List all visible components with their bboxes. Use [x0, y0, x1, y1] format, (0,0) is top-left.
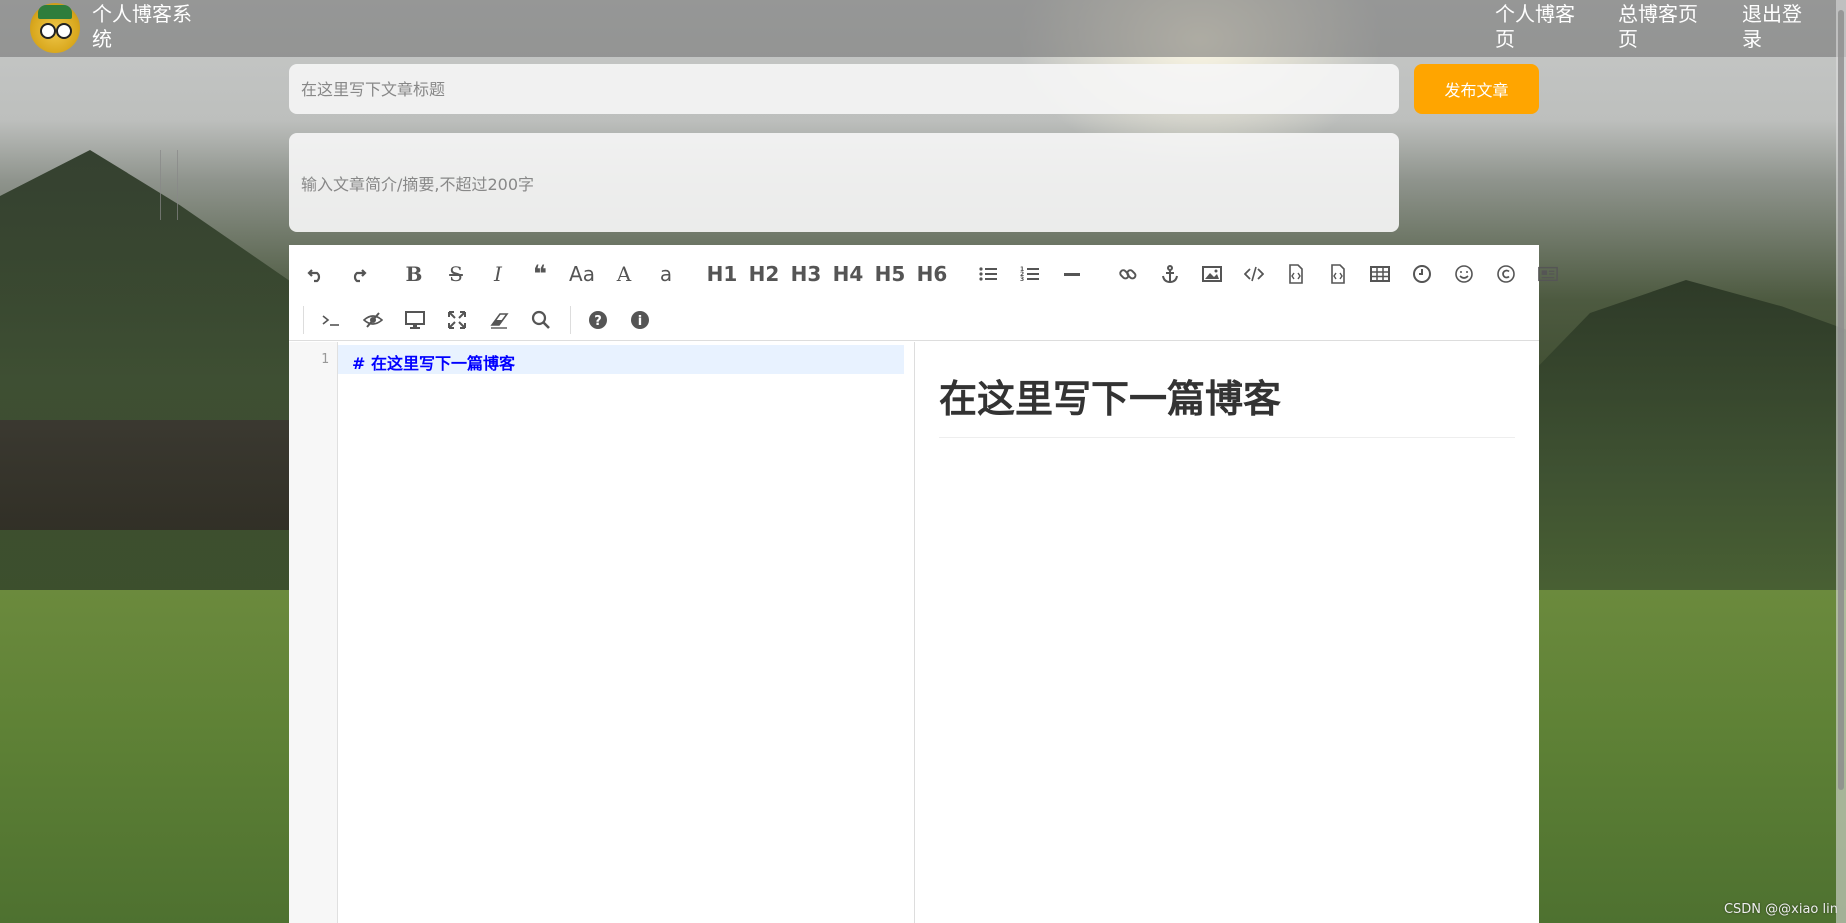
h1-icon[interactable]: H1: [705, 258, 739, 290]
info-icon[interactable]: i: [623, 304, 657, 336]
search-icon[interactable]: [524, 304, 558, 336]
line-number-gutter: 1: [289, 342, 338, 923]
toolbar-row-2: ? i: [299, 297, 1533, 343]
redo-icon[interactable]: [341, 258, 375, 290]
logo-hat-icon: [38, 5, 72, 19]
scrollbar-thumb[interactable]: [1838, 10, 1844, 790]
h3-icon[interactable]: H3: [789, 258, 823, 290]
fullscreen-icon[interactable]: [440, 304, 474, 336]
h5-icon[interactable]: H5: [873, 258, 907, 290]
preview-heading: 在这里写下一篇博客: [939, 368, 1515, 438]
svg-text:?: ?: [594, 314, 602, 329]
quote-icon[interactable]: ❝: [523, 258, 557, 290]
code-icon[interactable]: [1237, 258, 1271, 290]
desktop-icon[interactable]: [398, 304, 432, 336]
page-scrollbar[interactable]: [1836, 0, 1846, 923]
lowercase-a-icon[interactable]: a: [649, 258, 683, 290]
bold-icon[interactable]: B: [397, 258, 431, 290]
article-summary-input[interactable]: [289, 133, 1399, 232]
link-icon[interactable]: [1111, 258, 1145, 290]
svg-text:3: 3: [1020, 276, 1024, 283]
top-navbar: 个人博客系统 个人博客页 总博客页页 退出登录: [0, 0, 1846, 57]
ordered-list-icon[interactable]: 123: [1013, 258, 1047, 290]
eraser-icon[interactable]: [482, 304, 516, 336]
logo-eye-icon: [56, 23, 72, 39]
image-icon[interactable]: [1195, 258, 1229, 290]
unordered-list-icon[interactable]: [971, 258, 1005, 290]
h6-icon[interactable]: H6: [915, 258, 949, 290]
code-line[interactable]: # 在这里写下一篇博客: [352, 350, 515, 374]
pagebreak-icon[interactable]: [1531, 258, 1565, 290]
editor-toolbar: B S I ❝ Aa A a H1 H2 H3 H4 H5 H6 123 ? i: [289, 245, 1558, 343]
h4-icon[interactable]: H4: [831, 258, 865, 290]
nav-link-logout[interactable]: 退出登录: [1742, 2, 1812, 52]
eye-slash-icon[interactable]: [356, 304, 390, 336]
background-hills-left: [0, 150, 300, 610]
watermark: CSDN @@xiao lin: [1723, 902, 1838, 917]
code-block-icon[interactable]: [1279, 258, 1313, 290]
site-logo: [30, 3, 80, 53]
background-power-tower: [160, 150, 178, 220]
help-icon[interactable]: ?: [581, 304, 615, 336]
anchor-icon[interactable]: [1153, 258, 1187, 290]
strikethrough-icon[interactable]: S: [439, 258, 473, 290]
line-number: 1: [321, 352, 329, 367]
article-title-input[interactable]: [289, 64, 1399, 114]
markdown-input-area[interactable]: # 在这里写下一篇博客: [338, 342, 904, 923]
nav-link-all-blogs[interactable]: 总博客页页: [1618, 2, 1710, 52]
clock-icon[interactable]: [1405, 258, 1439, 290]
svg-text:i: i: [638, 314, 642, 329]
table-icon[interactable]: [1363, 258, 1397, 290]
toolbar-separator: [303, 306, 304, 334]
copyright-icon[interactable]: [1489, 258, 1523, 290]
publish-button[interactable]: 发布文章: [1414, 64, 1539, 114]
file-code-icon[interactable]: [1321, 258, 1355, 290]
background-hills-right: [1526, 280, 1846, 610]
uppercase-a-icon[interactable]: A: [607, 258, 641, 290]
emoji-icon[interactable]: [1447, 258, 1481, 290]
site-title: 个人博客系统: [92, 2, 192, 51]
toolbar-separator: [570, 306, 571, 334]
markdown-preview: 在这里写下一篇博客: [915, 342, 1539, 923]
markdown-editor: B S I ❝ Aa A a H1 H2 H3 H4 H5 H6 123 ? i…: [289, 245, 1558, 923]
nav-link-my-blog[interactable]: 个人博客页: [1495, 2, 1587, 52]
h2-icon[interactable]: H2: [747, 258, 781, 290]
toolbar-row-1: B S I ❝ Aa A a H1 H2 H3 H4 H5 H6 123: [299, 251, 1558, 297]
uppercase-icon[interactable]: Aa: [565, 258, 599, 290]
undo-icon[interactable]: [299, 258, 333, 290]
horizontal-rule-icon[interactable]: [1055, 258, 1089, 290]
logo-eye-icon: [40, 23, 56, 39]
italic-icon[interactable]: I: [481, 258, 515, 290]
terminal-icon[interactable]: [314, 304, 348, 336]
background-building: [0, 420, 290, 530]
